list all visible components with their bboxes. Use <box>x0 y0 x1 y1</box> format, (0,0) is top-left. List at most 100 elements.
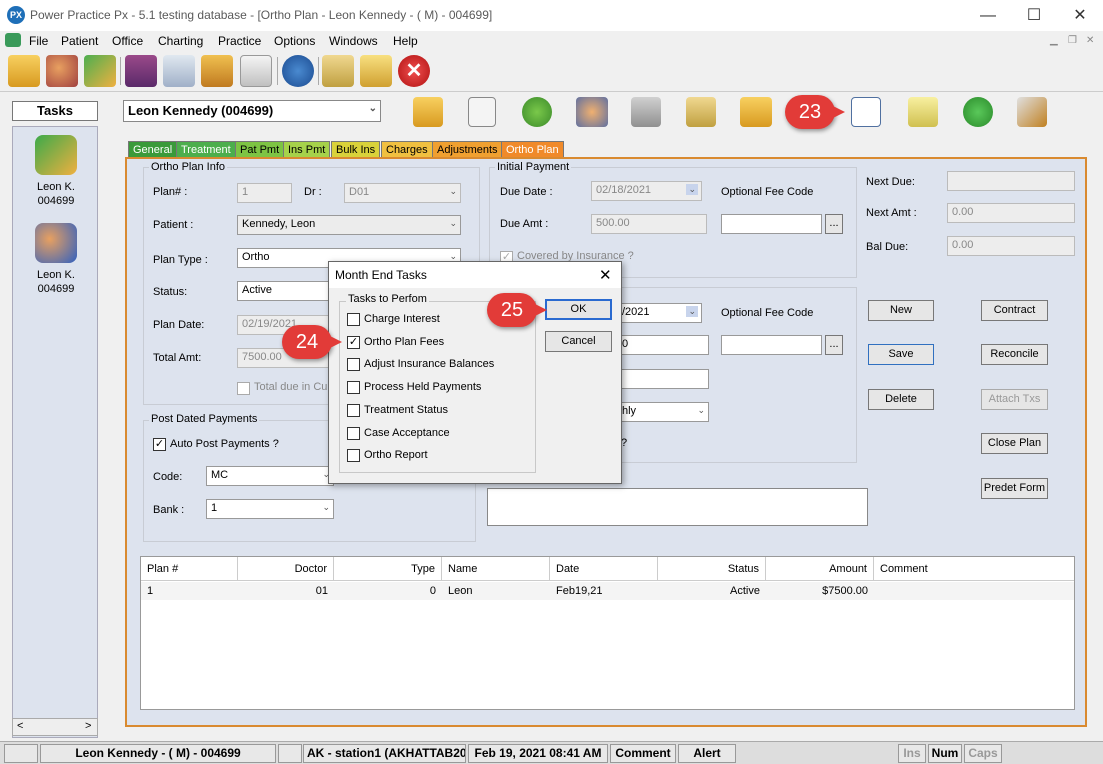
menu-charting[interactable]: Charting <box>158 34 203 48</box>
mdi-restore-icon[interactable]: ❐ <box>1068 35 1077 46</box>
patient-card-icon[interactable] <box>468 97 496 127</box>
status-alert[interactable]: Alert <box>678 744 736 763</box>
patients-task-icon[interactable] <box>35 223 77 263</box>
column-header[interactable]: Name <box>442 557 550 581</box>
task-label[interactable]: 004699 <box>13 282 99 296</box>
adjust-insurance-checkbox[interactable] <box>347 358 360 371</box>
patient-select[interactable]: Leon Kennedy (004699) ⌄ <box>123 100 381 122</box>
app-menu-icon[interactable] <box>5 33 21 47</box>
due-date-field[interactable]: 02/18/2021 ⌄ <box>591 181 702 201</box>
task-checklist-icon[interactable] <box>201 55 233 87</box>
dialog-close-icon[interactable]: ✕ <box>599 266 612 284</box>
menu-help[interactable]: Help <box>393 34 418 48</box>
tab-bulk-ins[interactable]: Bulk Ins <box>331 141 381 158</box>
ortho-plan-fees-label[interactable]: Ortho Plan Fees <box>364 336 444 348</box>
comment-textarea[interactable] <box>487 488 868 526</box>
payment-flow-icon[interactable] <box>84 55 116 87</box>
table-cell[interactable]: Feb19,21 <box>550 582 658 600</box>
predet-form-button[interactable]: Predet Form <box>981 478 1048 499</box>
tab-charges[interactable]: Charges <box>381 141 433 158</box>
status-camera-icon[interactable] <box>4 744 38 763</box>
contract-button[interactable]: Contract <box>981 300 1048 321</box>
wrench-icon[interactable] <box>1017 97 1047 127</box>
documents-icon[interactable] <box>322 55 354 87</box>
tab-ortho-plan[interactable]: Ortho Plan <box>501 141 564 158</box>
adjust-insurance-label[interactable]: Adjust Insurance Balances <box>364 358 494 370</box>
folders-icon[interactable] <box>360 55 392 87</box>
task-label[interactable]: Leon K. <box>13 180 99 194</box>
column-header[interactable]: Date <box>550 557 658 581</box>
maximize-button[interactable]: ☐ <box>1011 0 1057 31</box>
tasks-scrollbar[interactable]: < > <box>12 718 98 736</box>
table-cell[interactable]: Active <box>658 582 766 600</box>
chart-report-icon[interactable] <box>163 55 195 87</box>
table-cell[interactable] <box>874 582 1074 600</box>
import-folder-icon[interactable] <box>740 97 772 127</box>
info-icon[interactable] <box>282 55 314 87</box>
book-icon[interactable] <box>125 55 157 87</box>
minimize-button[interactable]: — <box>965 0 1011 31</box>
optional-fee-field[interactable] <box>721 214 822 234</box>
notes-icon[interactable] <box>686 97 716 127</box>
recurring-optional-fee-field[interactable] <box>721 335 822 355</box>
close-window-button[interactable]: ✕ <box>1057 0 1103 31</box>
code-select[interactable]: MC ⌄ <box>206 466 334 486</box>
table-cell[interactable]: $7500.00 <box>766 582 874 600</box>
charge-interest-checkbox[interactable] <box>347 313 360 326</box>
open-folder-icon[interactable] <box>413 97 443 127</box>
open-folder-icon[interactable] <box>8 55 40 87</box>
ortho-plan-fees-checkbox[interactable]: ✓ <box>347 336 360 349</box>
mdi-close-icon[interactable]: ✕ <box>1086 35 1094 46</box>
recurring-count-field[interactable] <box>617 369 709 389</box>
delete-button[interactable]: Delete <box>868 389 934 410</box>
patient-field-select[interactable]: Kennedy, Leon ⌄ <box>237 215 461 235</box>
recurring-fee-lookup-button[interactable]: ... <box>825 335 843 355</box>
column-header[interactable]: Amount <box>766 557 874 581</box>
patient-icon[interactable] <box>522 97 552 127</box>
printer-icon[interactable] <box>631 97 661 127</box>
treatment-status-label[interactable]: Treatment Status <box>364 404 448 416</box>
ortho-report-label[interactable]: Ortho Report <box>364 449 428 461</box>
charge-interest-label[interactable]: Charge Interest <box>364 313 440 325</box>
sticky-note-icon[interactable] <box>908 97 938 127</box>
column-header[interactable]: Status <box>658 557 766 581</box>
menu-file[interactable]: File <box>29 34 48 48</box>
status-comment[interactable]: Comment <box>610 744 676 763</box>
reconcile-button[interactable]: Reconcile <box>981 344 1048 365</box>
table-cell[interactable]: 01 <box>238 582 334 600</box>
column-header[interactable]: Plan # <box>141 557 238 581</box>
scroll-right-icon[interactable]: > <box>85 720 91 732</box>
cancel-button[interactable]: Cancel <box>545 331 612 352</box>
task-label[interactable]: 004699 <box>13 194 99 208</box>
month-end-calendar-icon[interactable] <box>851 97 881 127</box>
menu-patient[interactable]: Patient <box>61 34 98 48</box>
case-acceptance-checkbox[interactable] <box>347 427 360 440</box>
menu-practice[interactable]: Practice <box>218 34 261 48</box>
mdi-minimize-icon[interactable]: ▁ <box>1050 35 1058 46</box>
bank-select[interactable]: 1 ⌄ <box>206 499 334 519</box>
tab-pat-pmt[interactable]: Pat Pmt <box>235 141 285 158</box>
payment-task-icon[interactable] <box>35 135 77 175</box>
recurring-date-field[interactable]: /2021 ⌄ <box>617 303 702 323</box>
optional-fee-lookup-button[interactable]: ... <box>825 214 843 234</box>
close-plan-button[interactable]: Close Plan <box>981 433 1048 454</box>
ok-button[interactable]: OK <box>545 299 612 320</box>
tab-general[interactable]: General <box>128 141 178 158</box>
exit-icon[interactable]: ✕ <box>398 55 430 87</box>
ortho-report-checkbox[interactable] <box>347 449 360 462</box>
column-header[interactable]: Comment <box>874 557 1074 581</box>
recurring-amount-field[interactable]: 0 <box>617 335 709 355</box>
process-held-label[interactable]: Process Held Payments <box>364 381 481 393</box>
tab-ins-pmt[interactable]: Ins Pmt <box>283 141 331 158</box>
scroll-left-icon[interactable]: < <box>17 720 23 732</box>
treatment-status-checkbox[interactable] <box>347 404 360 417</box>
table-cell[interactable]: 0 <box>334 582 442 600</box>
new-button[interactable]: New <box>868 300 934 321</box>
family-icon[interactable] <box>576 97 608 127</box>
tab-treatment[interactable]: Treatment <box>176 141 236 158</box>
menu-options[interactable]: Options <box>274 34 315 48</box>
refresh-icon[interactable] <box>963 97 993 127</box>
column-header[interactable]: Type <box>334 557 442 581</box>
table-cell[interactable]: Leon <box>442 582 550 600</box>
save-button[interactable]: Save <box>868 344 934 365</box>
